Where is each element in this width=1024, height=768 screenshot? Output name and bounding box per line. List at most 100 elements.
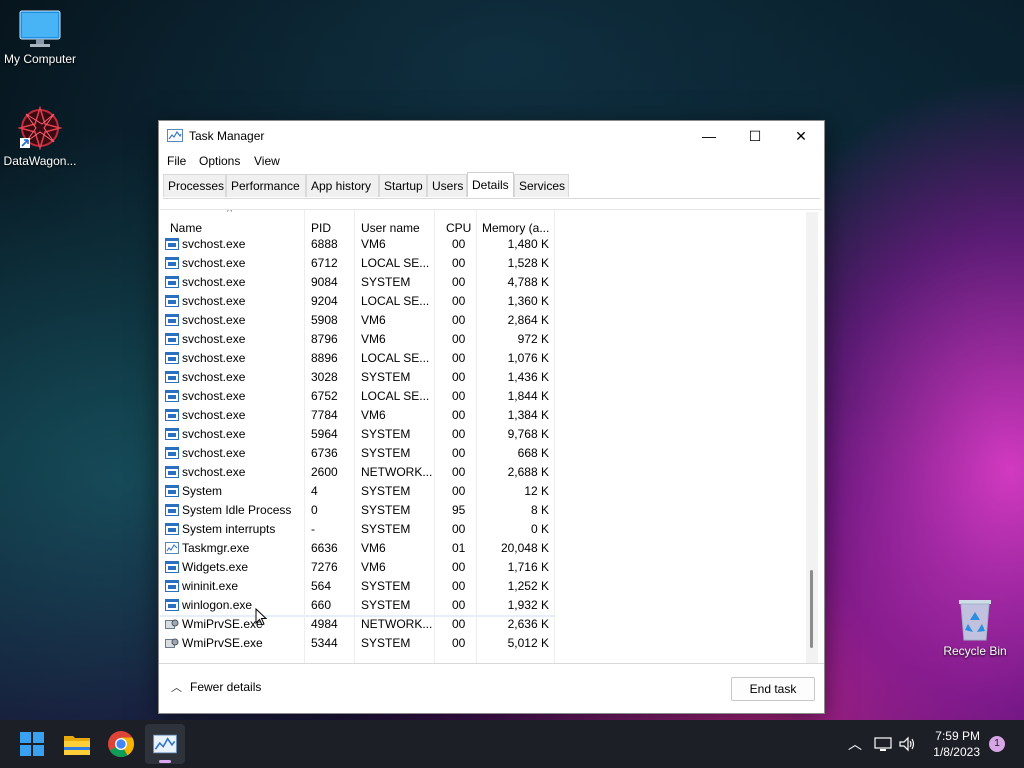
cell-pid: 5964 [311, 427, 338, 441]
table-row[interactable]: svchost.exe 6752 LOCAL SE... 00 1,844 K [160, 387, 555, 406]
column-header-memory[interactable]: Memory (a... [482, 221, 549, 235]
column-header-cpu[interactable]: CPU [446, 221, 471, 235]
clock[interactable]: 7:59 PM 1/8/2023 [933, 728, 980, 760]
title-bar[interactable]: Task Manager — ☐ ✕ [159, 121, 824, 151]
chrome-icon[interactable] [105, 728, 137, 760]
fewer-details-button[interactable]: ︿ Fewer details [171, 679, 261, 695]
cell-pid: 2600 [311, 465, 338, 479]
file-explorer-icon[interactable] [61, 728, 93, 760]
clock-date: 1/8/2023 [933, 745, 980, 759]
table-row[interactable]: svchost.exe 3028 SYSTEM 00 1,436 K [160, 368, 555, 387]
cell-memory: 1,528 K [507, 256, 549, 270]
column-header-pid[interactable]: PID [311, 221, 331, 235]
minimize-button[interactable]: — [686, 121, 732, 151]
chevron-up-icon[interactable]: ︿ [848, 734, 862, 754]
volume-icon[interactable] [898, 736, 916, 752]
cell-user: SYSTEM [361, 503, 411, 517]
cell-cpu: 00 [452, 636, 466, 650]
cell-cpu: 00 [452, 294, 466, 308]
task-manager-icon [153, 734, 177, 754]
taskbar-item-task-manager[interactable] [145, 724, 185, 764]
active-indicator [159, 760, 171, 763]
cell-cpu: 00 [452, 389, 466, 403]
table-row[interactable]: svchost.exe 7784 VM6 00 1,384 K [160, 406, 555, 425]
tab-users[interactable]: Users [427, 174, 467, 197]
tab-details[interactable]: Details [467, 172, 514, 197]
table-row[interactable]: svchost.exe 2600 NETWORK... 00 2,688 K [160, 463, 555, 482]
cell-pid: 6736 [311, 446, 338, 460]
cell-cpu: 00 [452, 370, 466, 384]
table-row[interactable]: svchost.exe 5964 SYSTEM 00 9,768 K [160, 425, 555, 444]
table-row[interactable]: WmiPrvSE.exe 4984 NETWORK... 00 2,636 K [160, 615, 555, 634]
cell-cpu: 00 [452, 237, 466, 251]
close-button[interactable]: ✕ [778, 121, 824, 151]
table-row[interactable]: Widgets.exe 7276 VM6 00 1,716 K [160, 558, 555, 577]
cell-memory: 972 K [517, 332, 549, 346]
end-task-button[interactable]: End task [731, 677, 815, 701]
table-row[interactable]: Taskmgr.exe 6636 VM6 01 20,048 K [160, 539, 555, 558]
task-manager-icon [165, 542, 179, 554]
column-header-user-name[interactable]: User name [361, 221, 420, 235]
tab-app-history[interactable]: App history [306, 174, 379, 197]
menu-file[interactable]: File [167, 154, 186, 168]
desktop-icon-recycle-bin[interactable]: Recycle Bin [935, 596, 1015, 658]
cell-cpu: 00 [452, 275, 466, 289]
table-row[interactable]: svchost.exe 5908 VM6 00 2,864 K [160, 311, 555, 330]
window-footer: ︿ Fewer details End task [159, 663, 824, 714]
service-icon [165, 428, 179, 440]
start-icon[interactable] [16, 728, 48, 760]
scrollbar-thumb[interactable] [810, 570, 813, 648]
table-row[interactable]: System Idle Process 0 SYSTEM 95 8 K [160, 501, 555, 520]
network-icon[interactable] [874, 736, 892, 752]
cell-user: LOCAL SE... [361, 389, 430, 403]
cell-pid: 0 [311, 503, 318, 517]
cell-cpu: 00 [452, 256, 466, 270]
minimize-icon: — [702, 128, 716, 144]
table-row[interactable]: svchost.exe 8796 VM6 00 972 K [160, 330, 555, 349]
table-row[interactable]: svchost.exe 9204 LOCAL SE... 00 1,360 K [160, 292, 555, 311]
table-row[interactable]: svchost.exe 8896 LOCAL SE... 00 1,076 K [160, 349, 555, 368]
column-header-name[interactable]: Name [170, 221, 202, 235]
notification-badge[interactable]: 1 [989, 736, 1005, 752]
cell-memory: 9,768 K [507, 427, 549, 441]
cell-memory: 1,360 K [507, 294, 549, 308]
cell-cpu: 01 [452, 541, 466, 555]
table-row[interactable]: svchost.exe 6712 LOCAL SE... 00 1,528 K [160, 254, 555, 273]
vertical-scrollbar[interactable] [806, 212, 818, 663]
cell-memory: 1,716 K [507, 560, 549, 574]
cell-memory: 20,048 K [500, 541, 549, 555]
table-row[interactable]: WmiPrvSE.exe 5344 SYSTEM 00 5,012 K [160, 634, 555, 653]
service-icon [165, 352, 179, 364]
table-row[interactable]: wininit.exe 564 SYSTEM 00 1,252 K [160, 577, 555, 596]
service-icon [165, 238, 179, 250]
service-icon [165, 447, 179, 459]
cell-cpu: 00 [452, 427, 466, 441]
cell-memory: 1,076 K [507, 351, 549, 365]
cell-cpu: 00 [452, 465, 466, 479]
table-row[interactable]: System 4 SYSTEM 00 12 K [160, 482, 555, 501]
service-icon [165, 390, 179, 402]
cell-memory: 2,636 K [507, 617, 549, 631]
table-row[interactable]: System interrupts - SYSTEM 00 0 K [160, 520, 555, 539]
menu-view[interactable]: View [254, 154, 280, 168]
cell-cpu: 00 [452, 313, 466, 327]
maximize-button[interactable]: ☐ [732, 121, 778, 151]
tab-services[interactable]: Services [514, 174, 569, 197]
cell-memory: 1,384 K [507, 408, 549, 422]
cell-pid: 5344 [311, 636, 338, 650]
table-header: ^ Name PID User name CPU Memory (a... [160, 210, 810, 235]
tab-processes[interactable]: Processes [163, 174, 226, 197]
tab-performance[interactable]: Performance [226, 174, 306, 197]
recycle-bin-icon [959, 600, 991, 641]
table-row[interactable]: svchost.exe 6888 VM6 00 1,480 K [160, 235, 555, 254]
desktop-icon-datawagon[interactable]: DataWagon... [0, 104, 80, 168]
table-row[interactable]: svchost.exe 9084 SYSTEM 00 4,788 K [160, 273, 555, 292]
cell-pid: - [311, 522, 315, 536]
table-row[interactable]: svchost.exe 6736 SYSTEM 00 668 K [160, 444, 555, 463]
table-row[interactable]: winlogon.exe 660 SYSTEM 00 1,932 K [160, 596, 555, 617]
desktop-icon-my-computer[interactable]: My Computer [0, 8, 80, 66]
chevron-up-icon: ︿ [171, 682, 182, 694]
menu-options[interactable]: Options [199, 154, 240, 168]
cell-memory: 8 K [530, 503, 549, 517]
tab-startup[interactable]: Startup [379, 174, 427, 197]
